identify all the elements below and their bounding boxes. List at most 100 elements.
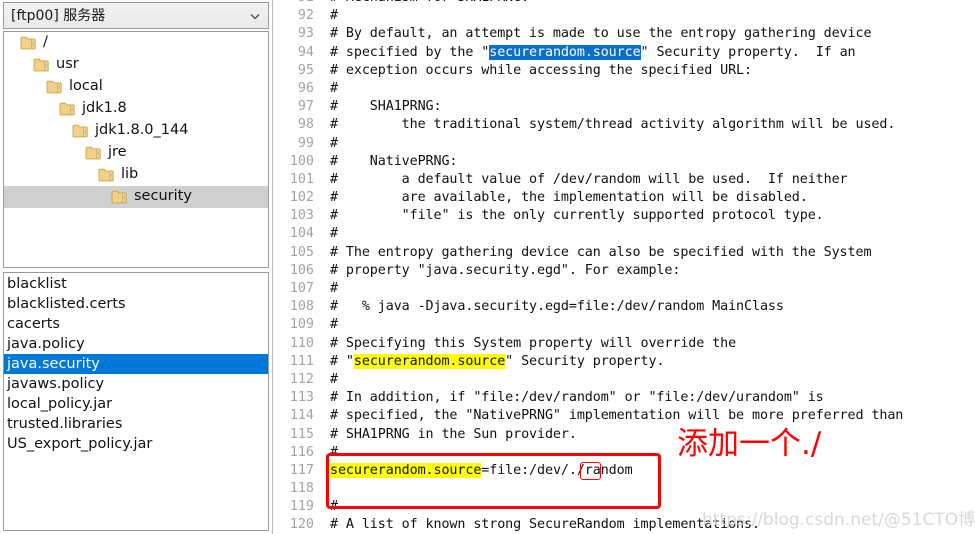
tree-item-lib[interactable]: lib bbox=[4, 164, 268, 186]
line-text[interactable]: securerandom.source=file:/dev/./random bbox=[320, 462, 975, 480]
line-text[interactable]: # By default, an attempt is made to use … bbox=[320, 25, 975, 43]
code-line[interactable]: 93 # By default, an attempt is made to us… bbox=[272, 25, 975, 43]
chevron-down-icon[interactable] bbox=[248, 9, 262, 23]
list-item[interactable]: java.policy bbox=[4, 334, 268, 354]
code-line[interactable]: 101 # a default value of /dev/random will… bbox=[272, 171, 975, 189]
server-dropdown[interactable]: [ftp00] 服务器 bbox=[3, 2, 269, 29]
directory-tree[interactable]: / usr local jdk1.8 jdk1.8.0_144 jre lib securit… bbox=[3, 31, 269, 268]
line-text[interactable]: # specified by the "securerandom.source"… bbox=[320, 44, 975, 62]
code-line[interactable]: 117 securerandom.source=file:/dev/./rando… bbox=[272, 462, 975, 480]
line-text[interactable]: # bbox=[320, 371, 975, 389]
code-text: # SHA1PRNG in the Sun provider. bbox=[330, 426, 577, 442]
line-text[interactable]: # SHA1PRNG in the Sun provider. bbox=[320, 426, 975, 444]
line-text[interactable]: # property "java.security.egd". For exam… bbox=[320, 262, 975, 280]
folder-icon bbox=[46, 80, 63, 94]
line-number: 103 bbox=[289, 208, 314, 224]
highlighted-token: securerandom.source bbox=[353, 353, 506, 369]
code-line[interactable]: 94 # specified by the "securerandom.sourc… bbox=[272, 44, 975, 62]
line-text[interactable]: # exception occurs while accessing the s… bbox=[320, 62, 975, 80]
list-item[interactable]: javaws.policy bbox=[4, 374, 268, 394]
code-line[interactable]: 115 # SHA1PRNG in the Sun provider. bbox=[272, 426, 975, 444]
tree-item-jdk18[interactable]: jdk1.8 bbox=[4, 98, 268, 120]
code-line[interactable]: 105 # The entropy gathering device can al… bbox=[272, 244, 975, 262]
code-line[interactable]: 100 # NativePRNG: bbox=[272, 153, 975, 171]
line-text[interactable]: # bbox=[320, 280, 975, 298]
line-text[interactable]: # A list of known strong SecureRandom im… bbox=[320, 516, 975, 534]
tree-item-security[interactable]: security bbox=[4, 186, 268, 208]
code-line[interactable]: 104 # bbox=[272, 225, 975, 243]
code-line[interactable]: 95 # exception occurs while accessing the… bbox=[272, 62, 975, 80]
line-text[interactable]: # the traditional system/thread activity… bbox=[320, 116, 975, 134]
tree-item-jre[interactable]: jre bbox=[4, 142, 268, 164]
code-line[interactable]: 110 # Specifying this System property wil… bbox=[272, 335, 975, 353]
line-text[interactable]: # bbox=[320, 316, 975, 334]
code-text: # the traditional system/thread activity… bbox=[330, 117, 896, 133]
file-editor[interactable]: 91 # Mechanism for SHA1PRNG: 92 #93 # By def… bbox=[272, 0, 975, 534]
line-text[interactable]: # % java -Djava.security.egd=file:/dev/r… bbox=[320, 298, 975, 316]
line-text[interactable]: # bbox=[320, 80, 975, 98]
line-text[interactable] bbox=[320, 480, 975, 498]
code-line[interactable]: 97 # SHA1PRNG: bbox=[272, 98, 975, 116]
list-item[interactable]: java.security bbox=[4, 354, 268, 374]
line-text[interactable]: # bbox=[320, 498, 975, 516]
line-text[interactable]: # "securerandom.source" Security propert… bbox=[320, 353, 975, 371]
code-text: # A list of known strong SecureRandom im… bbox=[330, 517, 760, 533]
line-text[interactable]: # The entropy gathering device can also … bbox=[320, 244, 975, 262]
tree-item-usr[interactable]: usr bbox=[4, 54, 268, 76]
line-text[interactable]: # bbox=[320, 225, 975, 243]
line-text[interactable]: # a default value of /dev/random will be… bbox=[320, 171, 975, 189]
line-text[interactable]: # bbox=[320, 135, 975, 153]
line-text[interactable]: # NativePRNG: bbox=[320, 153, 975, 171]
list-item[interactable]: US_export_policy.jar bbox=[4, 434, 268, 454]
code-line[interactable]: 92 # bbox=[272, 7, 975, 25]
code-scroll-area[interactable]: 91 # Mechanism for SHA1PRNG: 92 #93 # By def… bbox=[272, 0, 975, 534]
line-text[interactable]: # SHA1PRNG: bbox=[320, 98, 975, 116]
code-line[interactable]: 91 # Mechanism for SHA1PRNG: bbox=[272, 0, 975, 7]
code-text: # % java -Djava.security.egd=file:/dev/r… bbox=[330, 299, 784, 315]
list-item[interactable]: local_policy.jar bbox=[4, 394, 268, 414]
list-item[interactable]: trusted.libraries bbox=[4, 414, 268, 434]
code-line[interactable]: 107 # bbox=[272, 280, 975, 298]
code-line[interactable]: 118 bbox=[272, 480, 975, 498]
line-text[interactable]: # are available, the implementation will… bbox=[320, 189, 975, 207]
line-number: 116 bbox=[289, 444, 314, 460]
code-lines[interactable]: 91 # Mechanism for SHA1PRNG: 92 #93 # By def… bbox=[272, 0, 975, 534]
code-line[interactable]: 108 # % java -Djava.security.egd=file:/de… bbox=[272, 298, 975, 316]
list-item[interactable]: blacklisted.certs bbox=[4, 294, 268, 314]
code-line[interactable]: 102 # are available, the implementation w… bbox=[272, 189, 975, 207]
line-number: 106 bbox=[289, 262, 314, 278]
code-text: # NativePRNG: bbox=[330, 153, 458, 169]
code-line[interactable]: 119 # bbox=[272, 498, 975, 516]
line-text[interactable]: # Mechanism for SHA1PRNG: bbox=[320, 0, 975, 7]
line-text[interactable]: # In addition, if "file:/dev/random" or … bbox=[320, 389, 975, 407]
list-item[interactable]: blacklist bbox=[4, 274, 268, 294]
line-text[interactable]: # bbox=[320, 444, 975, 462]
list-item[interactable]: cacerts bbox=[4, 314, 268, 334]
line-text[interactable]: # specified, the "NativePRNG" implementa… bbox=[320, 407, 975, 425]
code-text: # bbox=[330, 135, 338, 151]
tree-item-local[interactable]: local bbox=[4, 76, 268, 98]
code-line[interactable]: 106 # property "java.security.egd". For e… bbox=[272, 262, 975, 280]
code-line[interactable]: 114 # specified, the "NativePRNG" impleme… bbox=[272, 407, 975, 425]
code-line[interactable]: 111 # "securerandom.source" Security prop… bbox=[272, 353, 975, 371]
code-line[interactable]: 120 # A list of known strong SecureRandom… bbox=[272, 516, 975, 534]
code-line[interactable]: 103 # "file" is the only currently suppor… bbox=[272, 207, 975, 225]
code-line[interactable]: 99 # bbox=[272, 135, 975, 153]
line-number: 107 bbox=[289, 281, 314, 296]
code-text: # bbox=[330, 226, 338, 242]
code-text: # "file" is the only currently supported… bbox=[330, 208, 824, 224]
code-line[interactable]: 98 # the traditional system/thread activi… bbox=[272, 116, 975, 134]
code-line[interactable]: 112 # bbox=[272, 371, 975, 389]
line-text[interactable]: # bbox=[320, 7, 975, 25]
code-line[interactable]: 96 # bbox=[272, 80, 975, 98]
line-text[interactable]: # "file" is the only currently supported… bbox=[320, 207, 975, 225]
tree-item-jdk180144[interactable]: jdk1.8.0_144 bbox=[4, 120, 268, 142]
code-line[interactable]: 109 # bbox=[272, 316, 975, 334]
code-text: # " bbox=[330, 353, 354, 369]
file-list[interactable]: blacklist blacklisted.certs cacerts java.po… bbox=[3, 272, 269, 531]
code-line[interactable]: 116 # bbox=[272, 444, 975, 462]
line-text[interactable]: # Specifying this System property will o… bbox=[320, 335, 975, 353]
line-number: 101 bbox=[289, 171, 314, 187]
tree-item-[interactable]: / bbox=[4, 32, 268, 54]
code-line[interactable]: 113 # In addition, if "file:/dev/random" … bbox=[272, 389, 975, 407]
